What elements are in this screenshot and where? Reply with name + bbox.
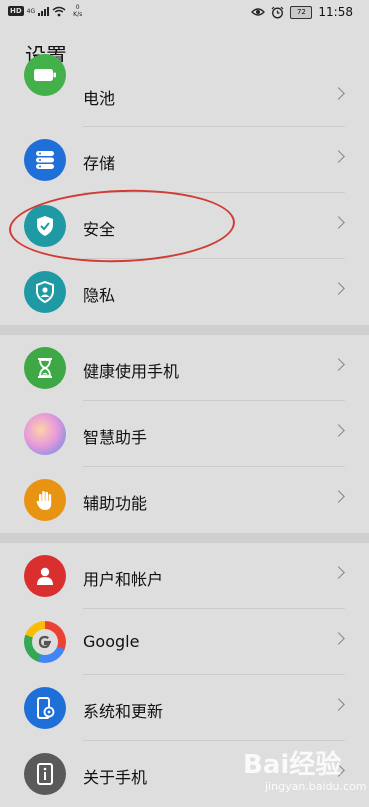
settings-item-label: 隐私 xyxy=(83,286,116,305)
section-separator xyxy=(0,325,369,335)
status-bar-left: HD 4G 0 K/s xyxy=(8,4,82,18)
speed-value: 0 xyxy=(75,4,80,11)
settings-item-google[interactable]: Google xyxy=(0,609,369,675)
status-bar-right: 72 11:58 xyxy=(251,5,353,19)
assistant-icon xyxy=(24,413,66,455)
chevron-right-icon xyxy=(332,150,345,163)
info-icon xyxy=(24,753,66,795)
settings-item-accounts[interactable]: 用户和帐户 xyxy=(0,543,369,609)
settings-item-label: 关于手机 xyxy=(83,768,148,787)
hd-badge: HD xyxy=(8,6,24,16)
settings-item-label: 健康使用手机 xyxy=(83,362,180,381)
user-icon xyxy=(24,555,66,597)
watermark-url: jingyan.baidu.com xyxy=(265,780,367,793)
chevron-right-icon xyxy=(332,282,345,295)
watermark-text: Bai经验 xyxy=(243,750,342,780)
speed-unit: K/s xyxy=(73,11,83,18)
eye-icon xyxy=(251,8,266,16)
settings-item-label: 系统和更新 xyxy=(83,702,164,721)
watermark: Bai经验 jingyan.baidu.com xyxy=(243,744,367,798)
section-separator xyxy=(0,533,369,543)
settings-list: 电池 存储 安全 隐私 健康使用手机 智慧助手 辅助功能 用户和帐户 Googl… xyxy=(0,54,369,807)
hand-icon xyxy=(24,479,66,521)
chevron-right-icon xyxy=(332,424,345,437)
google-icon xyxy=(24,621,66,663)
hourglass-icon xyxy=(24,347,66,389)
settings-item-label: 存储 xyxy=(83,154,116,173)
settings-item-system-update[interactable]: 系统和更新 xyxy=(0,675,369,741)
network-type: 4G xyxy=(26,7,36,15)
chevron-right-icon xyxy=(332,216,345,229)
network-speed: 0 K/s xyxy=(73,4,82,18)
chevron-right-icon xyxy=(332,490,345,503)
privacy-shield-icon xyxy=(24,271,66,313)
settings-item-label: 电池 xyxy=(83,89,116,108)
settings-item-privacy[interactable]: 隐私 xyxy=(0,259,369,325)
settings-item-accessibility[interactable]: 辅助功能 xyxy=(0,467,369,533)
battery-icon xyxy=(24,54,66,96)
chevron-right-icon xyxy=(332,566,345,579)
settings-item-label: Google xyxy=(83,632,140,651)
chevron-right-icon xyxy=(332,698,345,711)
settings-item-label: 辅助功能 xyxy=(83,494,148,513)
sim-signal-icon xyxy=(38,6,50,16)
chevron-right-icon xyxy=(332,87,345,100)
settings-item-label: 智慧助手 xyxy=(83,428,148,447)
clock: 11:58 xyxy=(318,5,353,19)
storage-icon xyxy=(24,139,66,181)
settings-item-digital-balance[interactable]: 健康使用手机 xyxy=(0,335,369,401)
settings-item-assistant[interactable]: 智慧助手 xyxy=(0,401,369,467)
battery-icon: 72 xyxy=(290,5,313,19)
settings-item-storage[interactable]: 存储 xyxy=(0,127,369,193)
settings-section-usage: 健康使用手机 智慧助手 辅助功能 xyxy=(0,335,369,533)
system-update-icon xyxy=(24,687,66,729)
chevron-right-icon xyxy=(332,632,345,645)
chevron-right-icon xyxy=(332,358,345,371)
settings-item-battery[interactable]: 电池 xyxy=(0,54,369,127)
settings-item-label: 用户和帐户 xyxy=(83,570,164,589)
status-bar: HD 4G 0 K/s 72 11:58 xyxy=(0,0,369,28)
wifi-icon xyxy=(52,6,66,16)
alarm-icon xyxy=(271,6,284,18)
